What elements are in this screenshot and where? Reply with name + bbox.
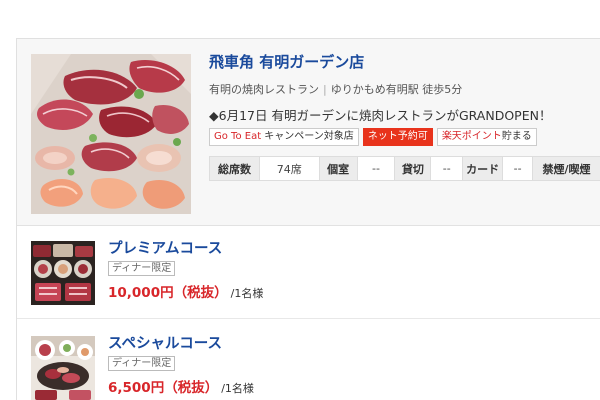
spec-value-card: -- [502, 156, 534, 181]
course-price-value: 6,500円（税抜） [108, 380, 219, 396]
net-reservation-badge: ネット予約可 [362, 128, 433, 146]
course-price-value: 10,000円（税抜） [108, 285, 228, 301]
spec-label-card: カード [462, 156, 504, 181]
course-price-unit: /1名様 [221, 382, 254, 395]
course-price: 6,500円（税抜）/1名様 [108, 376, 254, 396]
shop-card: 飛車角 有明ガーデン店 有明の焼肉レストラン | ゆりかもめ有明駅 徒歩5分 ◆6月… [16, 38, 600, 400]
course-name-link[interactable]: プレミアムコース [108, 237, 222, 258]
course-price: 10,000円（税抜）/1名様 [108, 281, 263, 301]
course-photo[interactable] [31, 241, 95, 305]
spec-label-smoking: 禁煙/喫煙 [532, 156, 600, 181]
course-price-unit: /1名様 [230, 287, 264, 300]
spec-value-charter: -- [430, 156, 464, 181]
dinner-only-tag: ディナー限定 [108, 261, 176, 276]
spec-value-seats: 74席 [258, 156, 320, 181]
course-item-premium[interactable]: プレミアムコース ディナー限定 10,000円（税抜）/1名様 [17, 226, 600, 319]
shop-header: 飛車角 有明ガーデン店 有明の焼肉レストラン | ゆりかもめ有明駅 徒歩5分 ◆6月… [17, 39, 600, 226]
course-item-special[interactable]: スペシャルコース ディナー限定 6,500円（税抜）/1名様 [17, 321, 600, 400]
meta-divider: | [323, 83, 327, 96]
dinner-only-tag: ディナー限定 [108, 356, 176, 371]
shop-spec-table: 総席数 74席 個室 -- 貸切 -- カード -- 禁煙/喫煙 [209, 156, 600, 181]
course-name-link[interactable]: スペシャルコース [108, 332, 222, 353]
rakuten-point-badge: 楽天ポイント貯まる [436, 128, 537, 146]
course-photo[interactable] [31, 336, 95, 400]
spec-label-private-room: 個室 [318, 156, 358, 181]
badge-row: Go To Eat キャンペーン対象店 ネット予約可 楽天ポイント貯まる [209, 128, 537, 146]
shop-photo[interactable] [31, 54, 191, 214]
shop-name-link[interactable]: 飛車角 有明ガーデン店 [209, 51, 364, 72]
shop-genre: 有明の焼肉レストラン [209, 83, 319, 96]
spec-value-private-room: -- [356, 156, 396, 181]
spec-label-charter: 貸切 [394, 156, 432, 181]
shop-meta: 有明の焼肉レストラン | ゆりかもめ有明駅 徒歩5分 [209, 81, 462, 97]
shop-access: ゆりかもめ有明駅 徒歩5分 [330, 83, 463, 96]
gotoeat-badge: Go To Eat キャンペーン対象店 [209, 128, 359, 146]
shop-catchcopy: ◆6月17日 有明ガーデンに焼肉レストランがGRANDOPEN！ [209, 108, 552, 123]
spec-label-seats: 総席数 [209, 156, 260, 181]
